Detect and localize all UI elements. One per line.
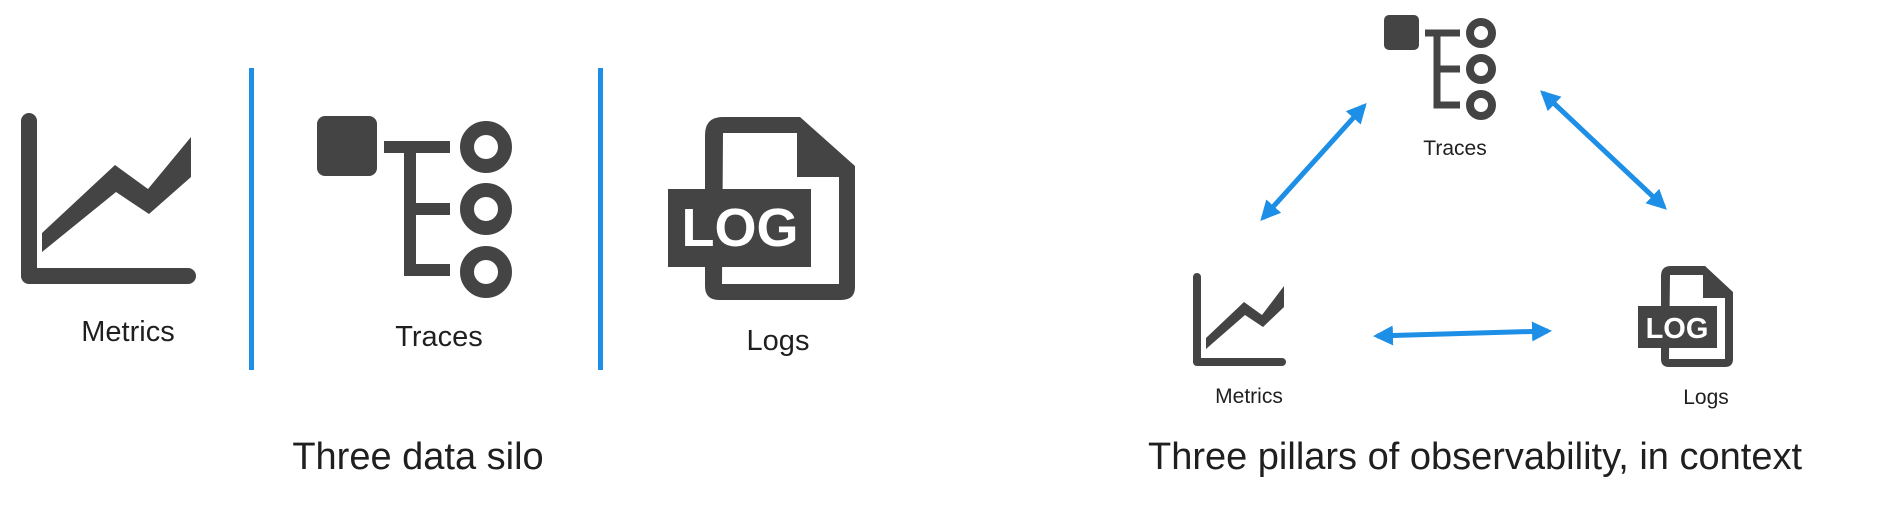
left-caption: Three data silo [292, 436, 544, 478]
metrics-chart-icon [21, 113, 196, 284]
log-icon-text: LOG [1646, 313, 1709, 345]
trace-tree-icon [1384, 15, 1496, 120]
metrics-logs-arrow [1373, 321, 1552, 346]
trace-tree-icon [317, 116, 512, 298]
observability-diagram: LOG LOG Metrics Traces Logs Three data s… [0, 0, 1884, 507]
traces-label: Traces [395, 321, 483, 353]
metrics-chart-icon [1193, 273, 1286, 366]
traces-metrics-arrow [1260, 103, 1367, 221]
logs-label: Logs [746, 325, 810, 357]
log-icon-text: LOG [682, 198, 799, 258]
log-file-icon: LOG [668, 117, 855, 300]
metrics-label: Metrics [81, 316, 175, 348]
metrics-label: Metrics [1215, 385, 1283, 408]
separator-line [598, 68, 603, 370]
logs-label: Logs [1683, 386, 1729, 409]
diagram-canvas: LOG LOG [21, 15, 1733, 370]
separator-line [249, 68, 254, 370]
log-file-icon: LOG [1638, 266, 1733, 367]
traces-logs-arrow [1540, 90, 1667, 210]
right-caption: Three pillars of observability, in conte… [1147, 436, 1803, 478]
traces-label: Traces [1423, 137, 1487, 160]
